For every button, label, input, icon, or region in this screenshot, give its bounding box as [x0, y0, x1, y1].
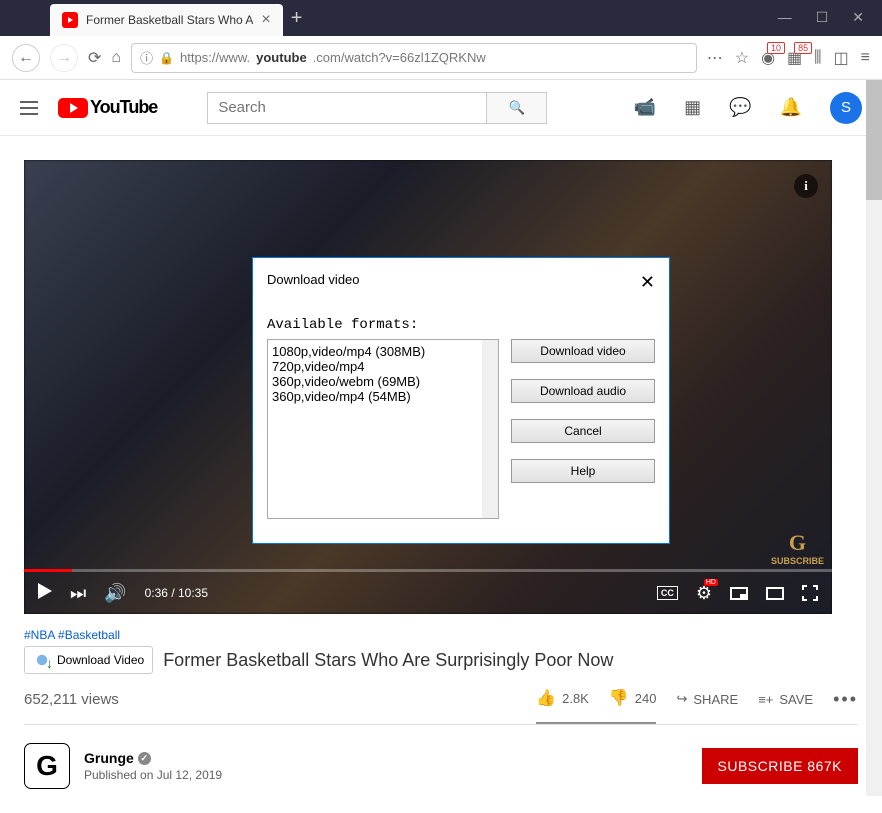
search-input[interactable] — [207, 92, 487, 124]
page-scrollbar[interactable] — [866, 80, 882, 796]
format-item[interactable]: 720p,video/mp4 — [272, 359, 494, 374]
apps-icon[interactable]: ▦ — [684, 97, 701, 118]
theater-mode-button[interactable] — [766, 587, 784, 600]
create-video-icon[interactable]: 📹 — [634, 97, 656, 118]
browser-tab[interactable]: Former Basketball Stars Who A × — [50, 4, 283, 36]
url-bar[interactable]: ⓘ 🔒 https://www. youtube .com/watch?v=66zl… — [131, 43, 697, 73]
extension-1-icon[interactable]: ◉10 — [761, 48, 775, 68]
share-icon: ↪ — [676, 691, 687, 707]
volume-icon[interactable]: 🔊 — [104, 583, 126, 604]
browser-toolbar: ← → ⟳ ⌂ ⓘ 🔒 https://www. youtube .com/watc… — [0, 36, 882, 80]
download-dialog: Download video ✕ Available formats: 1080… — [252, 257, 670, 544]
youtube-header: YouTube 🔍 📹 ▦ 💬 🔔 S — [0, 80, 882, 136]
format-item[interactable]: 1080p,video/mp4 (308MB) — [272, 344, 494, 359]
sidebar-icon[interactable]: ◫ — [834, 48, 849, 68]
menu-icon[interactable]: ≡ — [861, 49, 870, 67]
list-scrollbar[interactable] — [482, 340, 498, 518]
hashtags[interactable]: #NBA #Basketball — [24, 628, 858, 642]
minimize-button[interactable]: — — [778, 9, 792, 26]
formats-list[interactable]: 1080p,video/mp4 (308MB) 720p,video/mp4 3… — [267, 339, 499, 519]
page-actions-icon[interactable]: ⋯ — [707, 48, 723, 68]
save-icon: ≡+ — [758, 692, 773, 707]
browser-titlebar: Former Basketball Stars Who A × + — ☐ ✕ — [0, 0, 882, 36]
youtube-logo[interactable]: YouTube — [58, 97, 157, 118]
url-prefix: https://www. — [180, 50, 250, 65]
hamburger-menu-icon[interactable] — [20, 101, 38, 115]
time-display: 0:36 / 10:35 — [145, 586, 208, 600]
format-item[interactable]: 360p,video/webm (69MB) — [272, 374, 494, 389]
video-player[interactable]: i G SUBSCRIBE ⏭ 🔊 0:36 / 10:35 CC ⚙HD Do… — [24, 160, 832, 614]
channel-avatar[interactable]: G — [24, 743, 70, 789]
messages-icon[interactable]: 💬 — [729, 97, 751, 118]
close-window-button[interactable]: ✕ — [852, 9, 864, 26]
content-area: i G SUBSCRIBE ⏭ 🔊 0:36 / 10:35 CC ⚙HD Do… — [0, 136, 882, 813]
save-button[interactable]: ≡+SAVE — [758, 692, 813, 707]
info-card-icon[interactable]: i — [794, 174, 818, 198]
url-domain: youtube — [256, 50, 307, 65]
bookmark-icon[interactable]: ☆ — [735, 48, 749, 68]
settings-gear-icon[interactable]: ⚙HD — [696, 583, 712, 604]
back-button[interactable]: ← — [12, 44, 40, 72]
new-tab-button[interactable]: + — [291, 7, 303, 30]
captions-button[interactable]: CC — [657, 586, 678, 600]
cancel-button[interactable]: Cancel — [511, 419, 655, 443]
user-avatar[interactable]: S — [830, 92, 862, 124]
extension-2-icon[interactable]: ▦85 — [787, 48, 802, 68]
play-button[interactable] — [38, 583, 52, 604]
reload-button[interactable]: ⟳ — [88, 48, 101, 68]
download-video-button[interactable]: Download video — [511, 339, 655, 363]
player-controls: ⏭ 🔊 0:36 / 10:35 CC ⚙HD — [24, 572, 832, 614]
dislike-button[interactable]: 👎240 — [609, 688, 657, 708]
url-suffix: .com/watch?v=66zl1ZQRKNw — [313, 50, 486, 65]
search-container: 🔍 — [207, 92, 547, 124]
help-button[interactable]: Help — [511, 459, 655, 483]
channel-name[interactable]: Grunge✓ — [84, 750, 222, 766]
view-count: 652,211 views — [24, 691, 119, 708]
formats-label: Available formats: — [267, 317, 499, 333]
video-title: Former Basketball Stars Who Are Surprisi… — [163, 650, 613, 671]
search-button[interactable]: 🔍 — [487, 92, 547, 124]
youtube-favicon — [62, 12, 78, 28]
thumb-down-icon: 👎 — [609, 688, 629, 708]
verified-icon: ✓ — [138, 752, 151, 765]
miniplayer-button[interactable] — [730, 587, 748, 600]
dialog-close-icon[interactable]: ✕ — [640, 272, 655, 293]
library-icon[interactable]: ⫼ — [814, 49, 821, 67]
watermark-subscribe[interactable]: G SUBSCRIBE — [771, 530, 824, 566]
thumb-up-icon: 👍 — [536, 688, 556, 708]
youtube-logo-text: YouTube — [90, 97, 157, 118]
like-button[interactable]: 👍2.8K — [536, 688, 589, 708]
notifications-icon[interactable]: 🔔 — [780, 97, 802, 118]
more-actions-button[interactable]: ••• — [833, 689, 858, 710]
fullscreen-button[interactable] — [802, 585, 818, 601]
share-button[interactable]: ↪SHARE — [676, 691, 738, 707]
lock-icon: 🔒 — [159, 51, 174, 65]
next-button[interactable]: ⏭ — [70, 583, 86, 604]
download-video-extension-button[interactable]: Download Video — [24, 646, 153, 674]
dialog-title: Download video — [267, 272, 360, 293]
info-icon[interactable]: ⓘ — [140, 48, 153, 67]
tab-close-icon[interactable]: × — [261, 11, 270, 29]
download-audio-button[interactable]: Download audio — [511, 379, 655, 403]
subscribe-button[interactable]: SUBSCRIBE 867K — [702, 748, 859, 784]
window-controls: — ☐ ✕ — [778, 9, 882, 36]
home-button[interactable]: ⌂ — [111, 49, 121, 67]
maximize-button[interactable]: ☐ — [816, 9, 829, 26]
download-icon — [33, 651, 51, 669]
tab-title: Former Basketball Stars Who A — [86, 13, 253, 27]
youtube-logo-icon — [58, 98, 88, 118]
forward-button[interactable]: → — [50, 44, 78, 72]
publish-date: Published on Jul 12, 2019 — [84, 768, 222, 782]
format-item[interactable]: 360p,video/mp4 (54MB) — [272, 389, 494, 404]
